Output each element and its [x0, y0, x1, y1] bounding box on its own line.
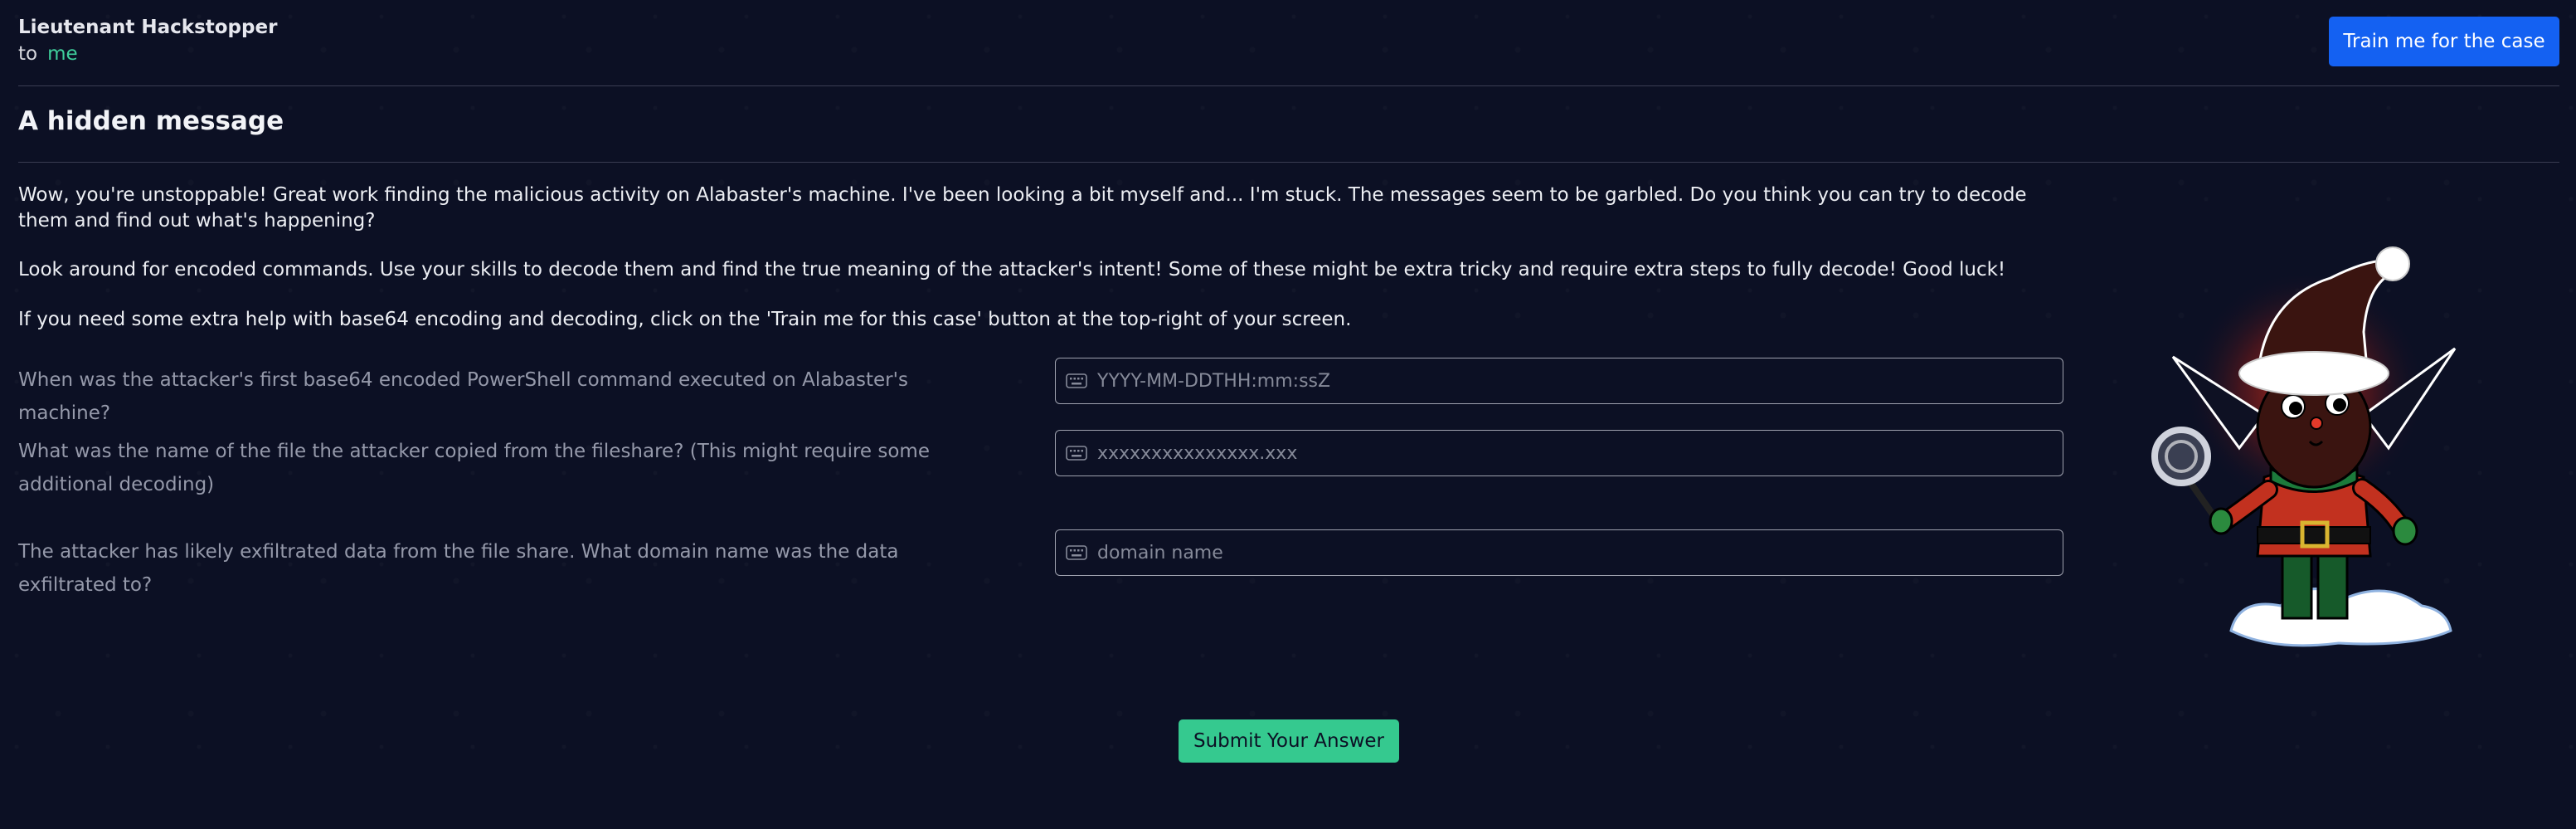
keyboard-icon — [1066, 544, 1087, 561]
answer-input-3[interactable] — [1096, 529, 2063, 576]
question-3-label: The attacker has likely exfiltrated data… — [18, 541, 899, 596]
to-label: to — [18, 43, 38, 65]
elf-detective-illustration — [2140, 241, 2505, 664]
answer-input-1[interactable] — [1096, 358, 2063, 404]
answer-field-1[interactable] — [1055, 358, 2063, 404]
intro-paragraph-2: Look around for encoded commands. Use yo… — [18, 259, 2006, 280]
keyboard-icon — [1066, 445, 1087, 461]
intro-paragraph-1: Wow, you're unstoppable! Great work find… — [18, 184, 2027, 232]
question-2-label: What was the name of the file the attack… — [18, 441, 930, 495]
header-divider — [18, 85, 2559, 86]
submit-answer-button[interactable]: Submit Your Answer — [1179, 719, 1399, 763]
recipient-line: to me — [18, 43, 277, 65]
train-me-button[interactable]: Train me for the case — [2329, 17, 2559, 66]
intro-paragraph-3: If you need some extra help with base64 … — [18, 309, 1352, 330]
question-1-label: When was the attacker's first base64 enc… — [18, 369, 908, 424]
message-title: A hidden message — [18, 106, 284, 136]
answer-field-3[interactable] — [1055, 529, 2063, 576]
answer-field-2[interactable] — [1055, 430, 2063, 476]
title-divider — [18, 162, 2559, 163]
recipient-name: me — [47, 43, 78, 65]
keyboard-icon — [1066, 373, 1087, 389]
answer-input-2[interactable] — [1096, 430, 2063, 476]
message-header: Lieutenant Hackstopper to me — [18, 17, 277, 65]
sender-name: Lieutenant Hackstopper — [18, 17, 278, 38]
